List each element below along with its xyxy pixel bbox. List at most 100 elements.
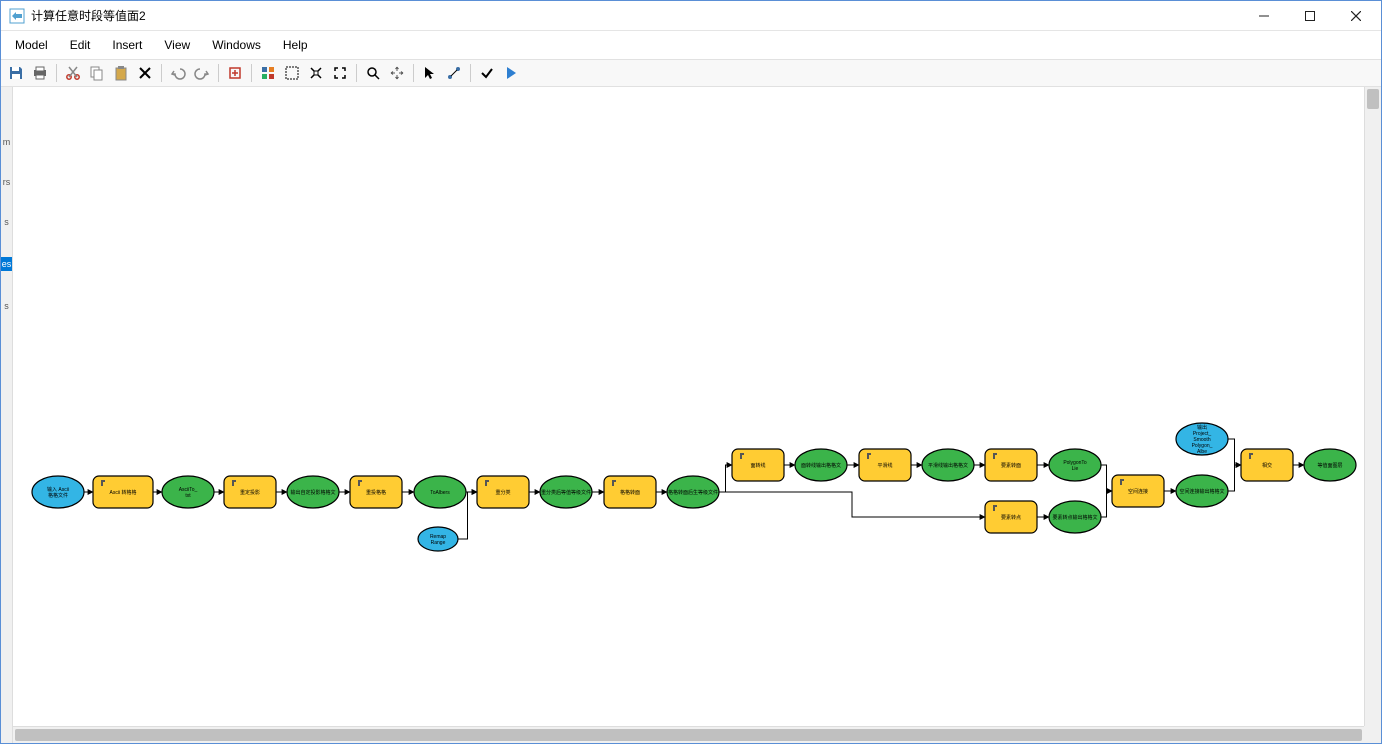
- parameter-node[interactable]: Remap Range: [418, 527, 458, 551]
- connector[interactable]: [719, 492, 985, 517]
- tool-node[interactable]: 面转线: [732, 449, 784, 481]
- node-label: 输出: [1197, 424, 1207, 431]
- output-node[interactable]: 空间连接输出格格文: [1176, 475, 1228, 507]
- canvas-svg: 输入 Ascii 格格文件 Ascii 转格格 AsciiTo_txt 重定投影 输出自…: [13, 87, 1381, 743]
- node-label: 等值面图层: [1317, 462, 1342, 469]
- connector[interactable]: [1228, 439, 1241, 465]
- select-rect-icon[interactable]: [281, 62, 303, 84]
- tool-node[interactable]: 相交: [1241, 449, 1293, 481]
- tool-node[interactable]: 重分类: [477, 476, 529, 508]
- toolbar-separator: [356, 64, 357, 82]
- tool-node[interactable]: Ascii 转格格: [93, 476, 153, 508]
- dock-tab[interactable]: m: [3, 137, 11, 147]
- window-title-area: 计算任意时段等值面2: [9, 7, 1241, 24]
- connector[interactable]: [1101, 465, 1112, 491]
- node-label: 输入 Ascii: [47, 486, 69, 493]
- toolbar-separator: [413, 64, 414, 82]
- output-node[interactable]: 面转线输出格格文: [795, 449, 847, 481]
- menu-view[interactable]: View: [154, 34, 200, 56]
- tool-node[interactable]: 重投格格: [350, 476, 402, 508]
- menu-edit[interactable]: Edit: [60, 34, 101, 56]
- zoom-in-icon[interactable]: [305, 62, 327, 84]
- menu-bar: Model Edit Insert View Windows Help: [1, 31, 1381, 59]
- menu-model[interactable]: Model: [5, 34, 58, 56]
- menu-help[interactable]: Help: [273, 34, 318, 56]
- node-label: 重分类后等值等级文件: [541, 489, 591, 496]
- validate-icon[interactable]: [476, 62, 498, 84]
- copy-icon[interactable]: [86, 62, 108, 84]
- node-label: 重投格格: [366, 489, 386, 496]
- window-title: 计算任意时段等值面2: [31, 7, 146, 24]
- pointer-icon[interactable]: [419, 62, 441, 84]
- tool-node[interactable]: 平滑线: [859, 449, 911, 481]
- horizontal-scrollbar[interactable]: [13, 726, 1364, 743]
- toolbar-separator: [56, 64, 57, 82]
- dock-tab[interactable]: rs: [3, 177, 11, 187]
- toolbar-separator: [161, 64, 162, 82]
- title-bar[interactable]: 计算任意时段等值面2: [1, 1, 1381, 31]
- output-node[interactable]: AsciiTo_txt: [162, 476, 214, 508]
- paste-icon[interactable]: [110, 62, 132, 84]
- vertical-scrollbar[interactable]: [1364, 87, 1381, 726]
- toolbar-separator: [218, 64, 219, 82]
- node-label: 格格文件: [48, 492, 68, 499]
- redo-icon[interactable]: [191, 62, 213, 84]
- dock-tab[interactable]: s: [4, 217, 9, 227]
- maximize-button[interactable]: [1287, 1, 1333, 31]
- output-node[interactable]: PolygonToLie: [1049, 449, 1101, 481]
- zoom-tool-icon[interactable]: [362, 62, 384, 84]
- parameter-node[interactable]: 输出 Project_SmoothPolygon_Albe: [1176, 423, 1228, 455]
- connector[interactable]: [1228, 465, 1241, 491]
- toolbar-separator: [470, 64, 471, 82]
- scrollbar-thumb[interactable]: [1367, 89, 1379, 109]
- app-window: 计算任意时段等值面2 Model Edit Insert View Window…: [0, 0, 1382, 744]
- undo-icon[interactable]: [167, 62, 189, 84]
- tool-node[interactable]: 格格转面: [604, 476, 656, 508]
- pan-icon[interactable]: [386, 62, 408, 84]
- connect-icon[interactable]: [443, 62, 465, 84]
- cut-icon[interactable]: [62, 62, 84, 84]
- minimize-button[interactable]: [1241, 1, 1287, 31]
- node-label: Lie: [1072, 466, 1079, 472]
- output-node[interactable]: 输出自定投影格格文: [287, 476, 339, 508]
- output-node[interactable]: 要素转点输出格格文: [1049, 501, 1101, 533]
- node-label: 重定投影: [240, 489, 260, 496]
- close-button[interactable]: [1333, 1, 1379, 31]
- model-canvas[interactable]: 输入 Ascii 格格文件 Ascii 转格格 AsciiTo_txt 重定投影 输出自…: [13, 87, 1381, 743]
- dock-tab[interactable]: s: [4, 301, 9, 311]
- output-node[interactable]: 等值面图层: [1304, 449, 1356, 481]
- node-label: 面转线: [750, 462, 765, 469]
- zoom-full-icon[interactable]: [329, 62, 351, 84]
- tool-node[interactable]: 空间连接: [1112, 475, 1164, 507]
- scroll-corner: [1364, 726, 1381, 743]
- scrollbar-thumb[interactable]: [15, 729, 1362, 741]
- output-node[interactable]: 格格转面后生等级文件: [667, 476, 719, 508]
- connector[interactable]: [1101, 491, 1112, 517]
- output-node[interactable]: ToAlbers: [414, 476, 466, 508]
- output-node[interactable]: 重分类后等值等级文件: [540, 476, 592, 508]
- toolbar: [1, 59, 1381, 87]
- connector[interactable]: [719, 465, 732, 492]
- node-label: txt: [185, 493, 191, 499]
- tool-node[interactable]: 要素转面: [985, 449, 1037, 481]
- parameter-node[interactable]: 输入 Ascii 格格文件: [32, 476, 84, 508]
- dock-tab[interactable]: es: [1, 257, 13, 271]
- node-label: 面转线输出格格文: [801, 462, 841, 469]
- node-label: 相交: [1262, 462, 1272, 469]
- output-node[interactable]: 平滑线输出格格文: [922, 449, 974, 481]
- node-label: Range: [431, 540, 446, 546]
- delete-icon[interactable]: [134, 62, 156, 84]
- add-project-icon[interactable]: [224, 62, 246, 84]
- tool-node[interactable]: 重定投影: [224, 476, 276, 508]
- menu-insert[interactable]: Insert: [102, 34, 152, 56]
- tool-node[interactable]: 要素转点: [985, 501, 1037, 533]
- node-label: 要素转面: [1001, 462, 1021, 469]
- grid-icon[interactable]: [257, 62, 279, 84]
- print-icon[interactable]: [29, 62, 51, 84]
- toolbar-separator: [251, 64, 252, 82]
- menu-windows[interactable]: Windows: [202, 34, 271, 56]
- node-label: 空间连接输出格格文: [1179, 488, 1224, 495]
- save-icon[interactable]: [5, 62, 27, 84]
- run-icon[interactable]: [500, 62, 522, 84]
- node-label: 空间连接: [1128, 488, 1148, 495]
